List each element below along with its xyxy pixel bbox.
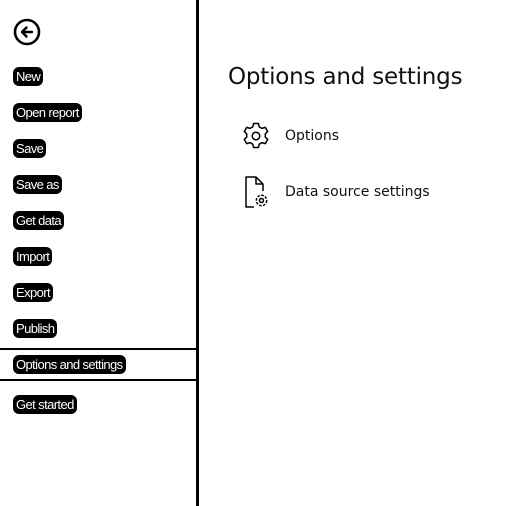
sidebar-item-get-data[interactable]: Get data — [0, 205, 196, 237]
sidebar-item-label: Options and settings — [14, 356, 125, 373]
sidebar-item-label: Export — [14, 284, 52, 301]
page-title: Options and settings — [228, 64, 463, 90]
sidebar-item-label: Save as — [14, 176, 61, 193]
sidebar-item-options-and-settings[interactable]: Options and settings — [0, 348, 196, 381]
data-source-settings-button[interactable]: Data source settings — [239, 174, 499, 214]
options-button[interactable]: Options — [239, 118, 499, 158]
sidebar-item-save[interactable]: Save — [0, 133, 196, 165]
file-menu-backstage: New Open report Save Save as Get data Im… — [0, 0, 520, 506]
back-arrow-circle-icon — [13, 18, 41, 46]
file-menu-sidebar: New Open report Save Save as Get data Im… — [0, 0, 196, 506]
sidebar-item-new[interactable]: New — [0, 61, 196, 93]
sidebar-item-label: Open report — [14, 104, 81, 121]
sidebar-item-get-started[interactable]: Get started — [0, 389, 196, 421]
sidebar-item-export[interactable]: Export — [0, 277, 196, 309]
sidebar-item-publish[interactable]: Publish — [0, 313, 196, 345]
sidebar-item-open-report[interactable]: Open report — [0, 97, 196, 129]
sidebar-item-label: Import — [14, 248, 52, 265]
back-button[interactable] — [13, 18, 41, 46]
options-panel: Options and settings Options Data source — [199, 0, 520, 506]
document-gear-icon — [245, 176, 268, 208]
gear-icon — [243, 122, 269, 149]
sidebar-item-label: Publish — [14, 320, 57, 337]
sidebar-item-label: Get started — [14, 396, 76, 413]
data-source-settings-label: Data source settings — [285, 184, 430, 200]
sidebar-item-label: New — [14, 68, 43, 85]
sidebar-item-label: Get data — [14, 212, 64, 229]
options-label: Options — [285, 128, 340, 144]
sidebar-item-save-as[interactable]: Save as — [0, 169, 196, 201]
sidebar-item-import[interactable]: Import — [0, 241, 196, 273]
sidebar-item-label: Save — [14, 140, 46, 157]
